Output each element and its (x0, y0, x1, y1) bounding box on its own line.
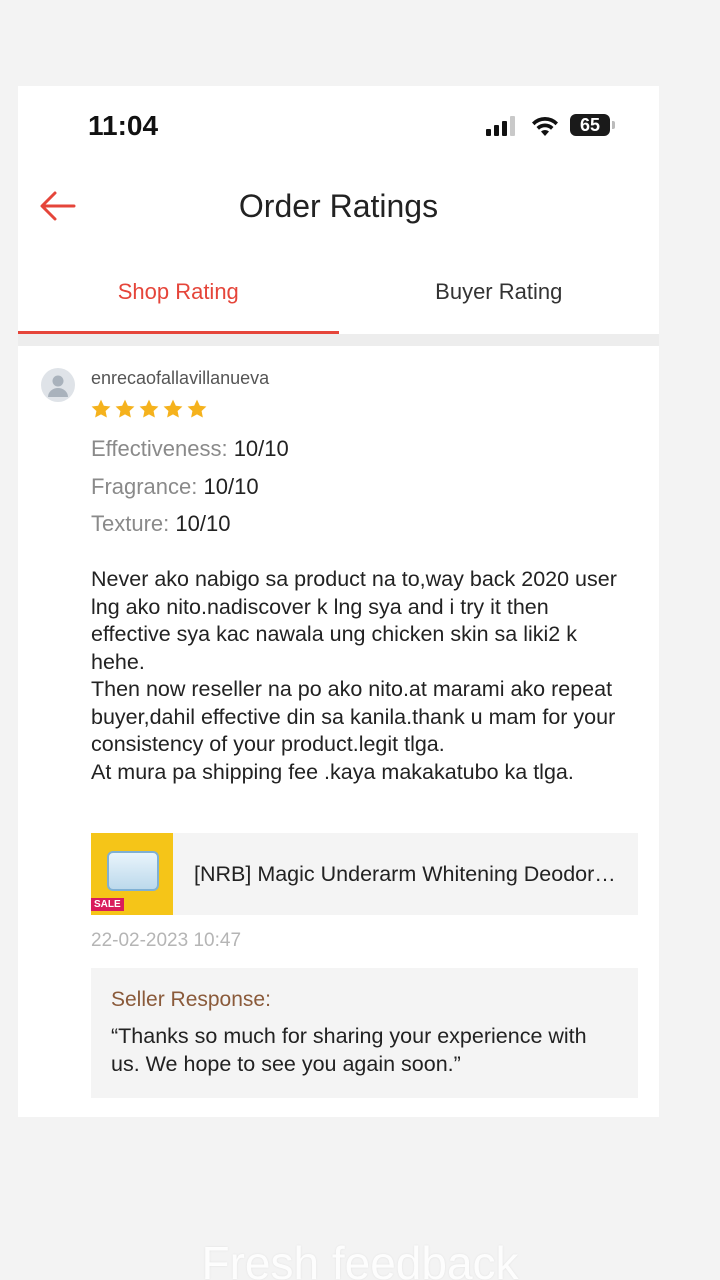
attribute-texture: Texture: 10/10 (91, 511, 230, 537)
status-time: 11:04 (88, 110, 159, 141)
product-jar-image (107, 851, 159, 891)
attribute-key: Texture: (91, 511, 170, 536)
avatar (41, 368, 75, 402)
star-icon (139, 399, 159, 418)
star-icon (115, 399, 135, 418)
battery-indicator: 65 (570, 114, 610, 136)
cellular-signal-icon (486, 116, 515, 136)
status-bar: 11:04 65 (18, 86, 659, 166)
product-name: [NRB] Magic Underarm Whitening Deodorant (194, 861, 622, 886)
battery-nub (612, 121, 615, 129)
product-link[interactable]: SALE [NRB] Magic Underarm Whitening Deod… (91, 833, 638, 915)
seller-response-label: Seller Response: (111, 988, 271, 1011)
product-thumbnail: SALE (91, 833, 173, 915)
review-date: 22-02-2023 10:47 (91, 930, 242, 951)
attribute-value: 10/10 (203, 474, 259, 499)
wifi-icon (532, 116, 558, 136)
video-caption: Fresh feedback (201, 1237, 519, 1280)
star-icon (163, 399, 183, 418)
seller-response-text: “Thanks so much for sharing your experie… (111, 1024, 587, 1076)
star-rating (90, 398, 208, 420)
star-icon (187, 399, 207, 418)
attribute-effectiveness: Effectiveness: 10/10 (91, 436, 289, 462)
app-screen: 11:04 65 Order Ratings Shop Rating Buyer… (18, 86, 659, 1117)
sale-badge: SALE (91, 898, 124, 911)
review-text: Never ako nabigo sa product na to,way ba… (91, 567, 617, 784)
seller-response: Seller Response: “Thanks so much for sha… (91, 968, 638, 1098)
rating-tabs: Shop Rating Buyer Rating (18, 256, 659, 334)
attribute-key: Effectiveness: (91, 436, 228, 461)
attribute-key: Fragrance: (91, 474, 198, 499)
user-icon (48, 375, 68, 397)
attribute-value: 10/10 (233, 436, 289, 461)
page-title: Order Ratings (238, 188, 439, 224)
navigation-header: Order Ratings (18, 166, 659, 246)
section-divider (18, 334, 659, 346)
tab-shop-rating[interactable]: Shop Rating (18, 256, 339, 334)
attribute-fragrance: Fragrance: 10/10 (91, 474, 259, 500)
tab-buyer-rating[interactable]: Buyer Rating (339, 256, 660, 334)
star-icon (91, 399, 111, 418)
attribute-value: 10/10 (175, 511, 231, 536)
reviewer-username: enrecaofallavillanueva (91, 368, 270, 388)
